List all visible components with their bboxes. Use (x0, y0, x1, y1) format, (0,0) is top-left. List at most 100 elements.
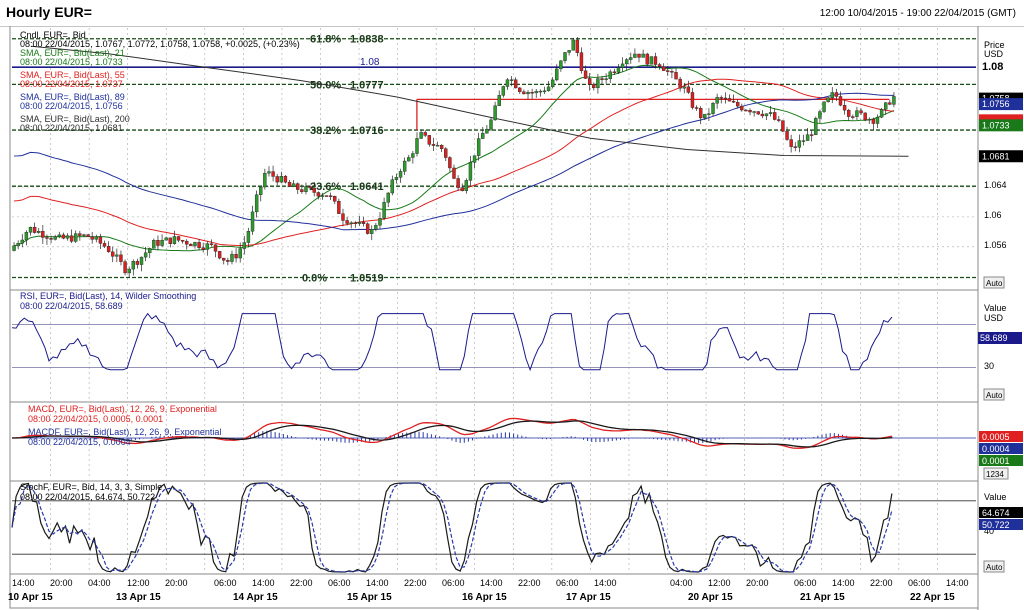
candle-body (666, 70, 670, 72)
candle-body (620, 63, 625, 68)
candle-body (538, 90, 543, 93)
candle-body (361, 221, 366, 224)
candle-body (263, 172, 267, 188)
stoch-panel[interactable] (9, 480, 979, 575)
candle-body (485, 128, 489, 134)
candle-body (287, 181, 292, 187)
candle-body (300, 189, 304, 192)
candle-body (542, 90, 547, 93)
candle-body (390, 179, 395, 194)
fib-percent-label: 38.2% (310, 125, 341, 137)
hour-tick-label: 06:00 (328, 578, 351, 588)
candle-body (579, 52, 584, 71)
candle-body (518, 87, 522, 92)
candle-body (78, 233, 82, 236)
candle-body (333, 196, 337, 202)
fib-price-label: 1.0838 (350, 34, 384, 46)
date-tick-label: 22 Apr 15 (910, 592, 955, 603)
candle-body (431, 144, 436, 146)
candle-body (291, 183, 296, 187)
candle-body (328, 195, 333, 197)
candle-body (522, 91, 526, 95)
candle-body (12, 245, 16, 251)
candle-body (205, 243, 209, 250)
candle-body (764, 113, 769, 117)
window-title-bar: Hourly EUR= 12:00 10/04/2015 - 19:00 22/… (0, 0, 1024, 27)
candle-body (805, 134, 810, 141)
candle-body (731, 100, 736, 103)
candle-body (756, 111, 760, 115)
legend-line: RSI, EUR=, Bid(Last), 14, Wilder Smoothi… (20, 291, 196, 301)
hour-tick-label: 06:00 (214, 578, 237, 588)
hour-tick-label: 22:00 (290, 578, 313, 588)
macd-badge-text: 0.0004 (982, 444, 1010, 454)
candle-body (86, 234, 90, 237)
candle-body (143, 252, 148, 258)
candle-body (661, 66, 666, 71)
candle-body (752, 111, 756, 113)
candle-body (694, 107, 699, 109)
price-panel[interactable] (9, 26, 979, 291)
candle-body (468, 162, 473, 181)
candle-body (448, 157, 452, 169)
candle-body (444, 148, 448, 158)
candle-body (505, 79, 510, 87)
candle-body (842, 104, 847, 111)
fib-price-label: 1.0519 (350, 273, 384, 285)
candle-body (513, 79, 518, 89)
legend-line: 08:00 22/04/2015, 0.0004 (28, 437, 131, 447)
hour-tick-label: 14:00 (594, 578, 617, 588)
chart-area[interactable]: 61.8% 1.083850.0% 1.077738.2% 1.071623.6% 1.… (0, 26, 1024, 610)
candle-body (152, 240, 156, 249)
candle-body (838, 96, 843, 106)
legend-line: 08:00 22/04/2015, 0.0005, 0.0001 (28, 414, 163, 424)
hour-tick-label: 22:00 (870, 578, 893, 588)
hour-tick-label: 12:00 (708, 578, 731, 588)
candle-body (423, 132, 427, 136)
candle-body (189, 244, 193, 247)
candle-body (156, 240, 160, 246)
legend-line: StochF, EUR=, Bid, 14, 3, 3, Simple (20, 482, 162, 492)
tick-label: 1.056 (984, 240, 1007, 250)
candle-body (888, 102, 892, 105)
candle-body (402, 160, 407, 172)
candle-body (814, 118, 818, 135)
candle-body (102, 243, 107, 247)
candle-body (127, 268, 131, 274)
candle-body (242, 242, 247, 249)
candle-body (476, 138, 481, 156)
candle-body (98, 236, 103, 244)
candle-body (209, 243, 214, 245)
axis-unit: USD (984, 313, 1004, 323)
date-tick-label: 15 Apr 15 (347, 592, 392, 603)
candle-body (801, 140, 806, 142)
legend-line: 08:00 22/04/2015, 1.0681 (20, 123, 123, 133)
axis-title: Value (984, 303, 1006, 313)
candle-body (439, 145, 444, 149)
auto-scale-label: Auto (986, 391, 1003, 400)
candle-body (723, 97, 728, 100)
candle-body (345, 220, 349, 224)
hour-tick-label: 14:00 (252, 578, 275, 588)
candle-body (645, 53, 649, 65)
candle-body (176, 236, 181, 241)
candle-body (772, 112, 777, 120)
hour-tick-label: 20:00 (746, 578, 769, 588)
candle-body (682, 86, 686, 89)
hour-tick-label: 06:00 (556, 578, 579, 588)
candle-body (427, 135, 432, 145)
axis-title: Value (984, 492, 1006, 502)
candle-body (859, 110, 863, 114)
candle-body (168, 237, 172, 244)
legend-line: MACD, EUR=, Bid(Last), 12, 26, 9, Expone… (28, 404, 217, 414)
hour-tick-label: 22:00 (518, 578, 541, 588)
candle-body (24, 232, 29, 241)
candle-body (382, 202, 386, 219)
candle-body (822, 101, 826, 112)
candle-body (65, 235, 70, 239)
candle-body (197, 242, 201, 248)
candle-body (748, 110, 752, 113)
candle-body (481, 132, 485, 139)
candle-body (892, 96, 896, 105)
rsi-panel[interactable] (9, 289, 979, 403)
